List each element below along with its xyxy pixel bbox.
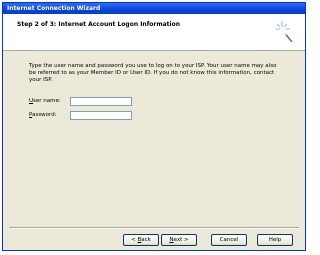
wizard-header: Step 2 of 3: Internet Account Logon Info… (3, 14, 305, 51)
wizard-window: Internet Connection Wizard Step 2 of 3: … (2, 2, 306, 251)
user-name-label: User name: (29, 98, 61, 104)
instructions-text: Type the user name and password you use … (29, 63, 277, 83)
wizard-wand-icon (276, 21, 293, 43)
help-button[interactable]: Help (257, 234, 293, 246)
password-input[interactable] (70, 111, 132, 120)
user-name-input[interactable] (70, 97, 132, 106)
step-title: Step 2 of 3: Internet Account Logon Info… (17, 21, 181, 28)
password-label: Password: (29, 112, 57, 118)
next-button[interactable]: Next > (161, 234, 197, 246)
window-title: Internet Connection Wizard (3, 3, 305, 14)
cancel-button[interactable]: Cancel (211, 234, 247, 246)
back-button[interactable]: < Back (123, 234, 159, 246)
button-separator (9, 227, 299, 229)
